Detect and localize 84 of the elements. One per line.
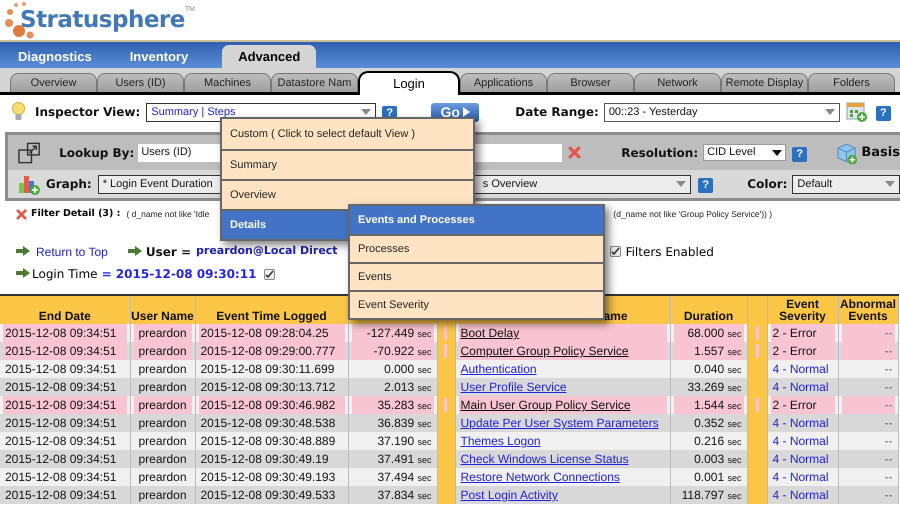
lookup-by-label: Lookup By: — [59, 144, 134, 162]
table-cell: 2 - Error — [770, 342, 834, 360]
table-cell-text: 4 - Normal — [772, 451, 830, 468]
table-cell-text: 2015-12-08 09:30:13.712 — [200, 379, 336, 396]
filters-enabled-label: Filters Enabled — [626, 244, 714, 260]
table-cell: 2015-12-08 09:29:00.777 — [198, 342, 344, 360]
table-cell: 2 - Error — [770, 324, 834, 342]
table-cell-text: 2015-12-08 09:30:11.699 — [200, 361, 336, 378]
user-label: User = — [146, 244, 192, 260]
table-cell-text: -- — [884, 469, 894, 486]
table-cell-text: 37.491 sec — [376, 451, 432, 468]
table-cell-text: 2.013 sec — [383, 379, 432, 396]
table-cell-text: -- — [884, 415, 894, 432]
graph-label: Graph: — [46, 176, 92, 193]
table-cell-text: 2015-12-08 09:34:51 — [4, 379, 118, 396]
filter-detail-label: Filter Detail (3) : — [31, 206, 120, 221]
table-cell-text: preardon — [137, 379, 188, 396]
filter-text: ( d_name not like 'Idle — [126, 208, 210, 220]
table-cell: -127.449 sec — [352, 324, 434, 342]
table-cell-text: 36.839 sec — [376, 415, 432, 432]
table-cell-text: 2015-12-08 09:34:51 — [4, 469, 118, 486]
table-cell-text: 2015-12-08 09:30:49.19 — [200, 451, 330, 468]
table-cell-text: 4 - Normal — [772, 433, 830, 450]
color-label: Color: — [747, 176, 788, 193]
login-time-value: = 2015-12-08 09:30:11 — [102, 266, 256, 283]
table-cell: 1.544 sec — [674, 396, 744, 414]
table-cell-text: 2015-12-08 09:34:51 — [4, 415, 118, 432]
date-range-label: Date Range: — [515, 104, 599, 121]
table-cell: 2015-12-08 09:30:46.982 — [198, 396, 344, 414]
table-cell-text: 33.269 sec — [686, 379, 742, 396]
inspector-view-label: Inspector View: — [35, 104, 140, 121]
table-cell: 2015-12-08 09:34:51 — [3, 342, 126, 360]
table-cell-text: 0.352 sec — [693, 415, 742, 432]
table-cell-text: -- — [884, 487, 894, 504]
table-cell-text: 2015-12-08 09:30:49.193 — [200, 469, 336, 486]
table-cell-text: 2015-12-08 09:34:51 — [4, 487, 118, 504]
table-cell: 2015-12-08 09:34:51 — [3, 396, 126, 414]
user-value: preardon@Local Direct — [196, 243, 338, 260]
table-cell: 68.000 sec — [674, 324, 744, 342]
table-cell-text: preardon — [137, 361, 188, 378]
table-cell-text: 4 - Normal — [772, 469, 830, 486]
table-cell: preardon — [134, 396, 192, 414]
table-cell-text: 37.834 sec — [376, 487, 432, 504]
table-cell-text: -- — [884, 361, 894, 378]
login-time-label: Login Time — [32, 266, 98, 283]
table-cell: 1.557 sec — [674, 342, 744, 360]
table-cell-text: 4 - Normal — [772, 361, 830, 378]
table-cell-text: 2015-12-08 09:30:49.533 — [200, 487, 336, 504]
table-cell: -- — [842, 342, 894, 360]
table-cell-text: -- — [884, 433, 894, 450]
table-cell-text: 2015-12-08 09:30:48.538 — [200, 415, 336, 432]
table-cell-text: 0.000 sec — [383, 361, 432, 378]
table-cell-text: 37.494 sec — [376, 469, 432, 486]
table-cell: 2015-12-08 09:28:04.25 — [198, 324, 344, 342]
table-cell-text: 2015-12-08 09:34:51 — [4, 433, 118, 450]
table-cell-text: preardon — [137, 415, 188, 432]
table-cell: -- — [842, 324, 894, 342]
table-cell-text: preardon — [137, 469, 188, 486]
table-cell-text: 118.797 sec — [680, 487, 742, 504]
table-cell-text: 4 - Normal — [772, 415, 830, 432]
table-cell: preardon — [134, 342, 192, 360]
resolution-label: Resolution: — [621, 144, 698, 162]
table-cell: 2 - Error — [770, 396, 834, 414]
table-cell-text: 0.216 sec — [693, 433, 742, 450]
table-cell-text: 37.190 sec — [376, 433, 432, 450]
table-cell-text: -- — [884, 379, 894, 396]
table-cell-text: preardon — [137, 487, 188, 504]
table-cell-text: 2015-12-08 09:34:51 — [4, 451, 118, 468]
table-cell-text: 0.003 sec — [693, 451, 742, 468]
table-cell-text: 0.001 sec — [693, 469, 742, 486]
filter-text: (d_name not like 'Group Policy Service')) ) — [613, 208, 772, 220]
table-cell: 2015-12-08 09:34:51 — [3, 324, 126, 342]
table-cell: preardon — [134, 324, 192, 342]
table-cell-text: 4 - Normal — [772, 379, 830, 396]
table-cell: -- — [842, 396, 894, 414]
table-cell: -70.922 sec — [352, 342, 434, 360]
table-cell-text: 2015-12-08 09:34:51 — [4, 361, 118, 378]
table-cell-text: 4 - Normal — [772, 487, 830, 504]
table-cell: 35.283 sec — [352, 396, 434, 414]
table-cell-text: 2015-12-08 09:30:48.889 — [200, 433, 336, 450]
table-cell-text: preardon — [137, 433, 188, 450]
table-cell-text: -- — [884, 451, 894, 468]
table-cell-text: 0.040 sec — [693, 361, 742, 378]
table-cell-text: preardon — [137, 451, 188, 468]
